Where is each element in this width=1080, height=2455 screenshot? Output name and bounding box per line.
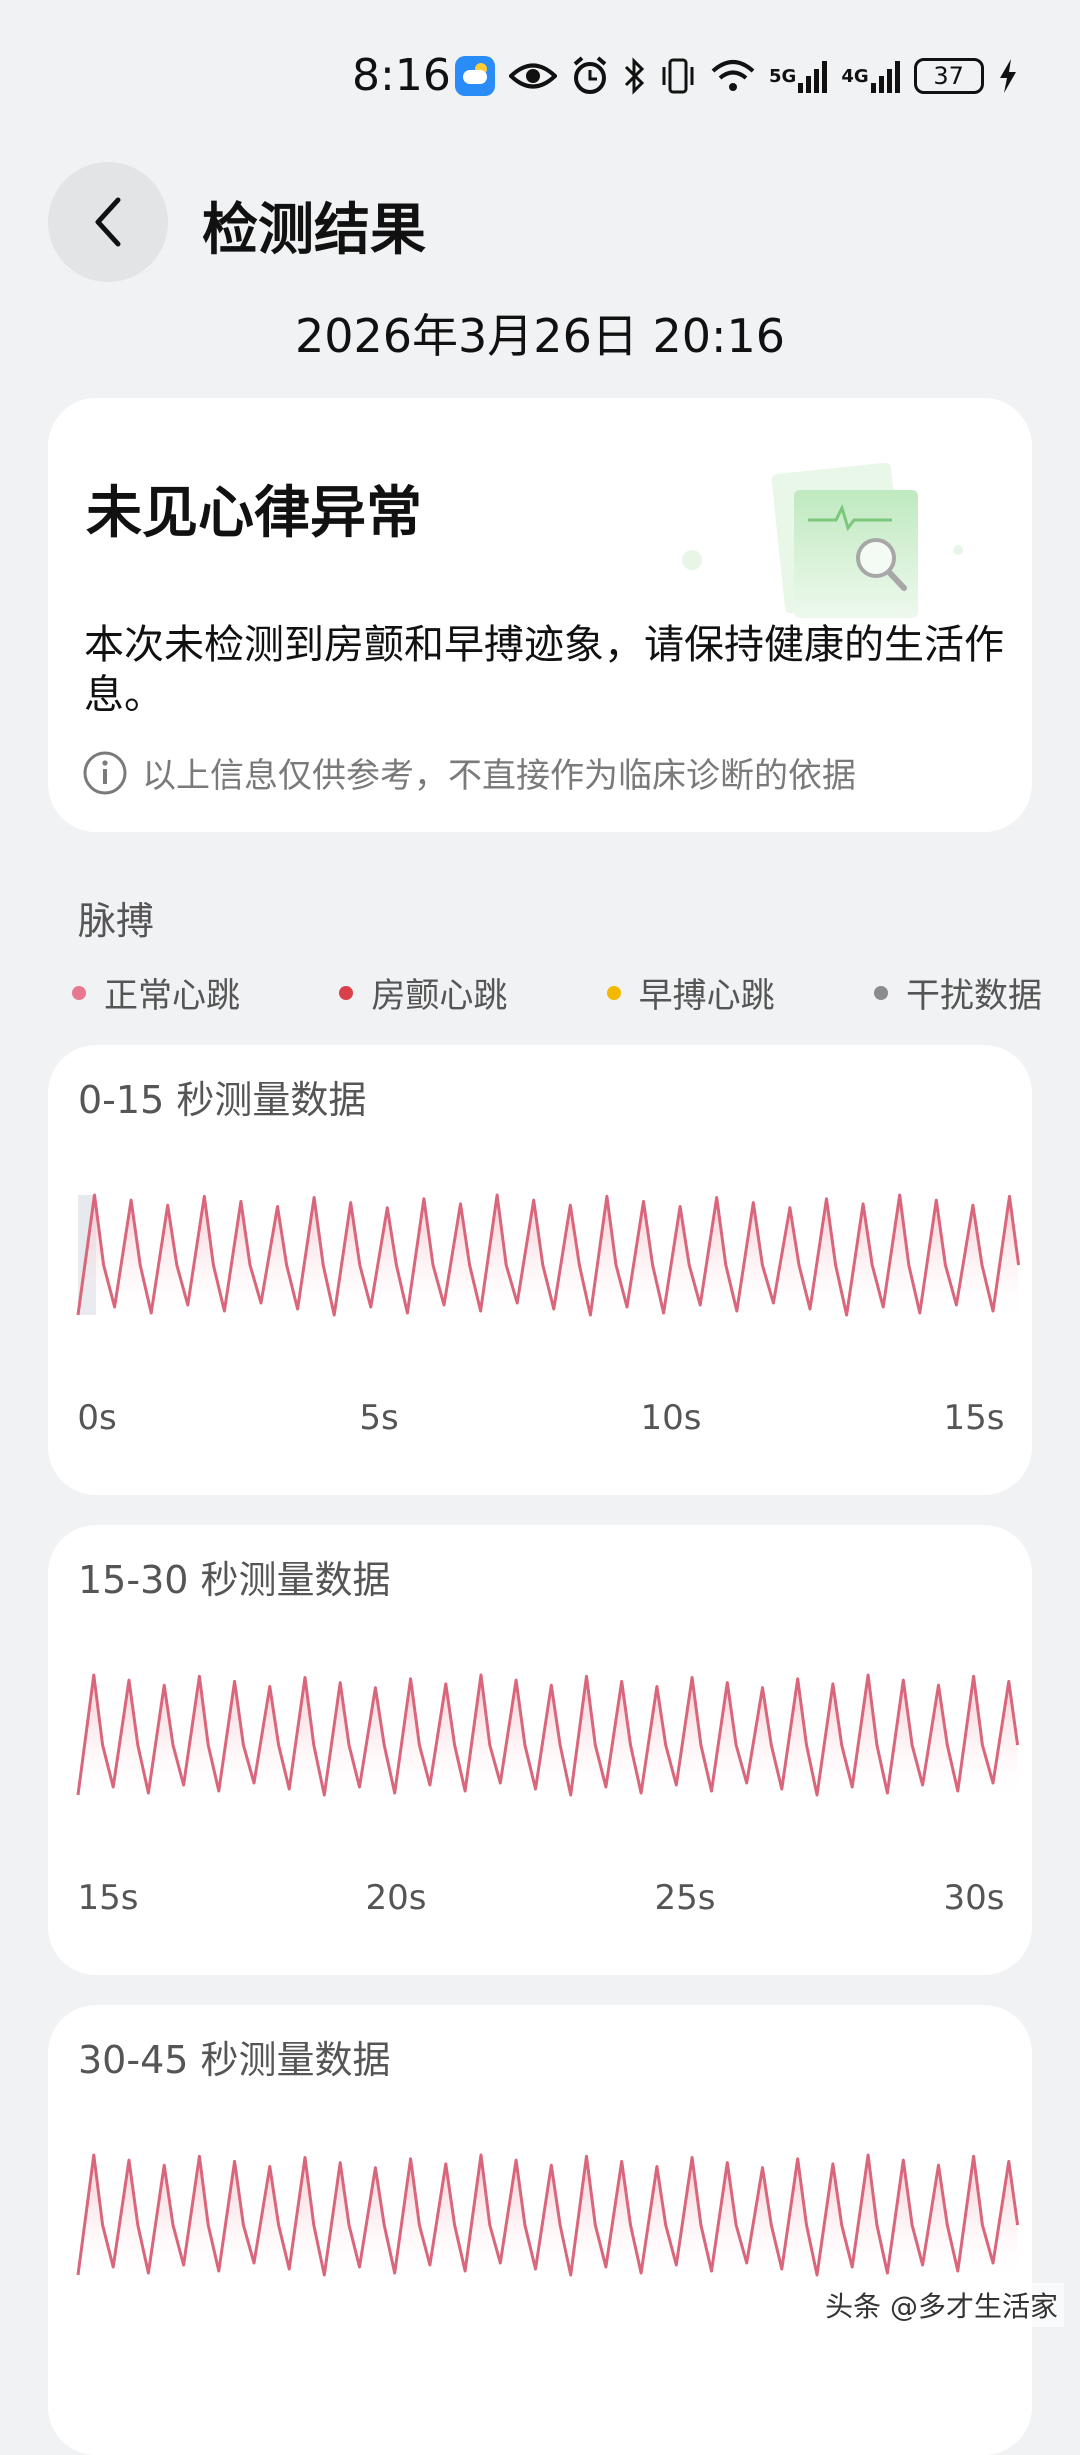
page-title: 检测结果 <box>202 198 426 263</box>
x-tick-label: 15s <box>943 1398 1005 1438</box>
signal-5g-icon: 5G <box>769 54 828 98</box>
result-title: 未见心律异常 <box>86 481 422 546</box>
charging-icon <box>998 54 1018 98</box>
pulse-section-label: 脉搏 <box>78 899 155 943</box>
legend-afib-dot <box>339 985 354 1000</box>
disclaimer-text: 以上信息仅供参考，不直接作为临床诊断的依据 <box>142 756 856 796</box>
pulse-waveform <box>76 2153 1020 2285</box>
waveform-fill <box>78 1195 1019 1325</box>
result-description: 本次未检测到房颤和早搏迹象，请保持健康的生活作息。 <box>84 622 1004 718</box>
battery-level: 37 <box>933 62 964 90</box>
legend-interference-dot <box>873 985 888 1000</box>
legend-premature-label: 早搏心跳 <box>638 976 775 1016</box>
bluetooth-icon <box>623 54 645 98</box>
vibrate-icon <box>659 54 697 98</box>
signal-5g-label: 5G <box>769 65 797 87</box>
status-bar: 8:16 5G 4G 37 <box>0 0 1080 150</box>
info-icon <box>82 750 128 796</box>
legend-interference: 干扰数据 <box>873 968 1042 1017</box>
legend-normal-dot <box>72 985 86 1000</box>
x-tick-label: 0s <box>77 1398 117 1438</box>
pulse-waveform <box>76 1673 1020 1805</box>
legend-afib: 房颤心跳 <box>339 968 507 1017</box>
status-time: 8:16 <box>352 50 451 101</box>
legend-afib-label: 房颤心跳 <box>371 976 508 1016</box>
legend-normal: 正常心跳 <box>72 968 240 1017</box>
status-icons: 5G 4G 37 <box>455 48 1018 104</box>
pulse-chart-0-15: 0-15 秒测量数据 0s 5s 10s 15s <box>48 1045 1032 1495</box>
legend-normal-label: 正常心跳 <box>104 976 240 1016</box>
battery-icon: 37 <box>913 58 984 94</box>
eye-icon <box>509 54 557 98</box>
watermark: 头条 @多才生活家 <box>819 2283 1064 2327</box>
wifi-icon <box>711 54 755 98</box>
x-tick-label: 20s <box>365 1878 427 1918</box>
chevron-left-icon <box>95 197 121 247</box>
heart-check-illustration-icon <box>682 462 963 618</box>
legend-interference-label: 干扰数据 <box>905 976 1042 1016</box>
signal-4g-icon: 4G <box>841 54 900 98</box>
pulse-waveform <box>76 1193 1021 1325</box>
result-card: 未见心律异常 本次未检测到房颤和早搏迹象，请保持健康的生活作息。 以上信息仅供参… <box>48 398 1032 832</box>
disclaimer: 以上信息仅供参考，不直接作为临床诊断的依据 <box>82 748 856 797</box>
pulse-chart-30-45: 30-45 秒测量数据 <box>48 2005 1032 2455</box>
pulse-legend: 正常心跳 房颤心跳 早搏心跳 干扰数据 <box>72 968 1042 1017</box>
pulse-chart-15-30: 15-30 秒测量数据 15s 20s 25s 30s <box>48 1525 1032 1975</box>
x-tick-label: 25s <box>654 1878 716 1918</box>
signal-4g-label: 4G <box>841 65 869 87</box>
back-button[interactable] <box>48 162 168 282</box>
weather-icon <box>455 56 495 96</box>
legend-premature-dot <box>606 985 621 1000</box>
x-tick-label: 30s <box>943 1878 1005 1918</box>
legend-premature: 早搏心跳 <box>606 968 775 1017</box>
measurement-timestamp: 2026年3月26日 20:16 <box>294 309 786 363</box>
x-tick-label: 15s <box>77 1878 139 1918</box>
alarm-icon <box>571 54 609 98</box>
page-header: 检测结果 <box>0 150 1080 300</box>
x-tick-label: 5s <box>359 1398 399 1438</box>
x-tick-label: 10s <box>640 1398 702 1438</box>
